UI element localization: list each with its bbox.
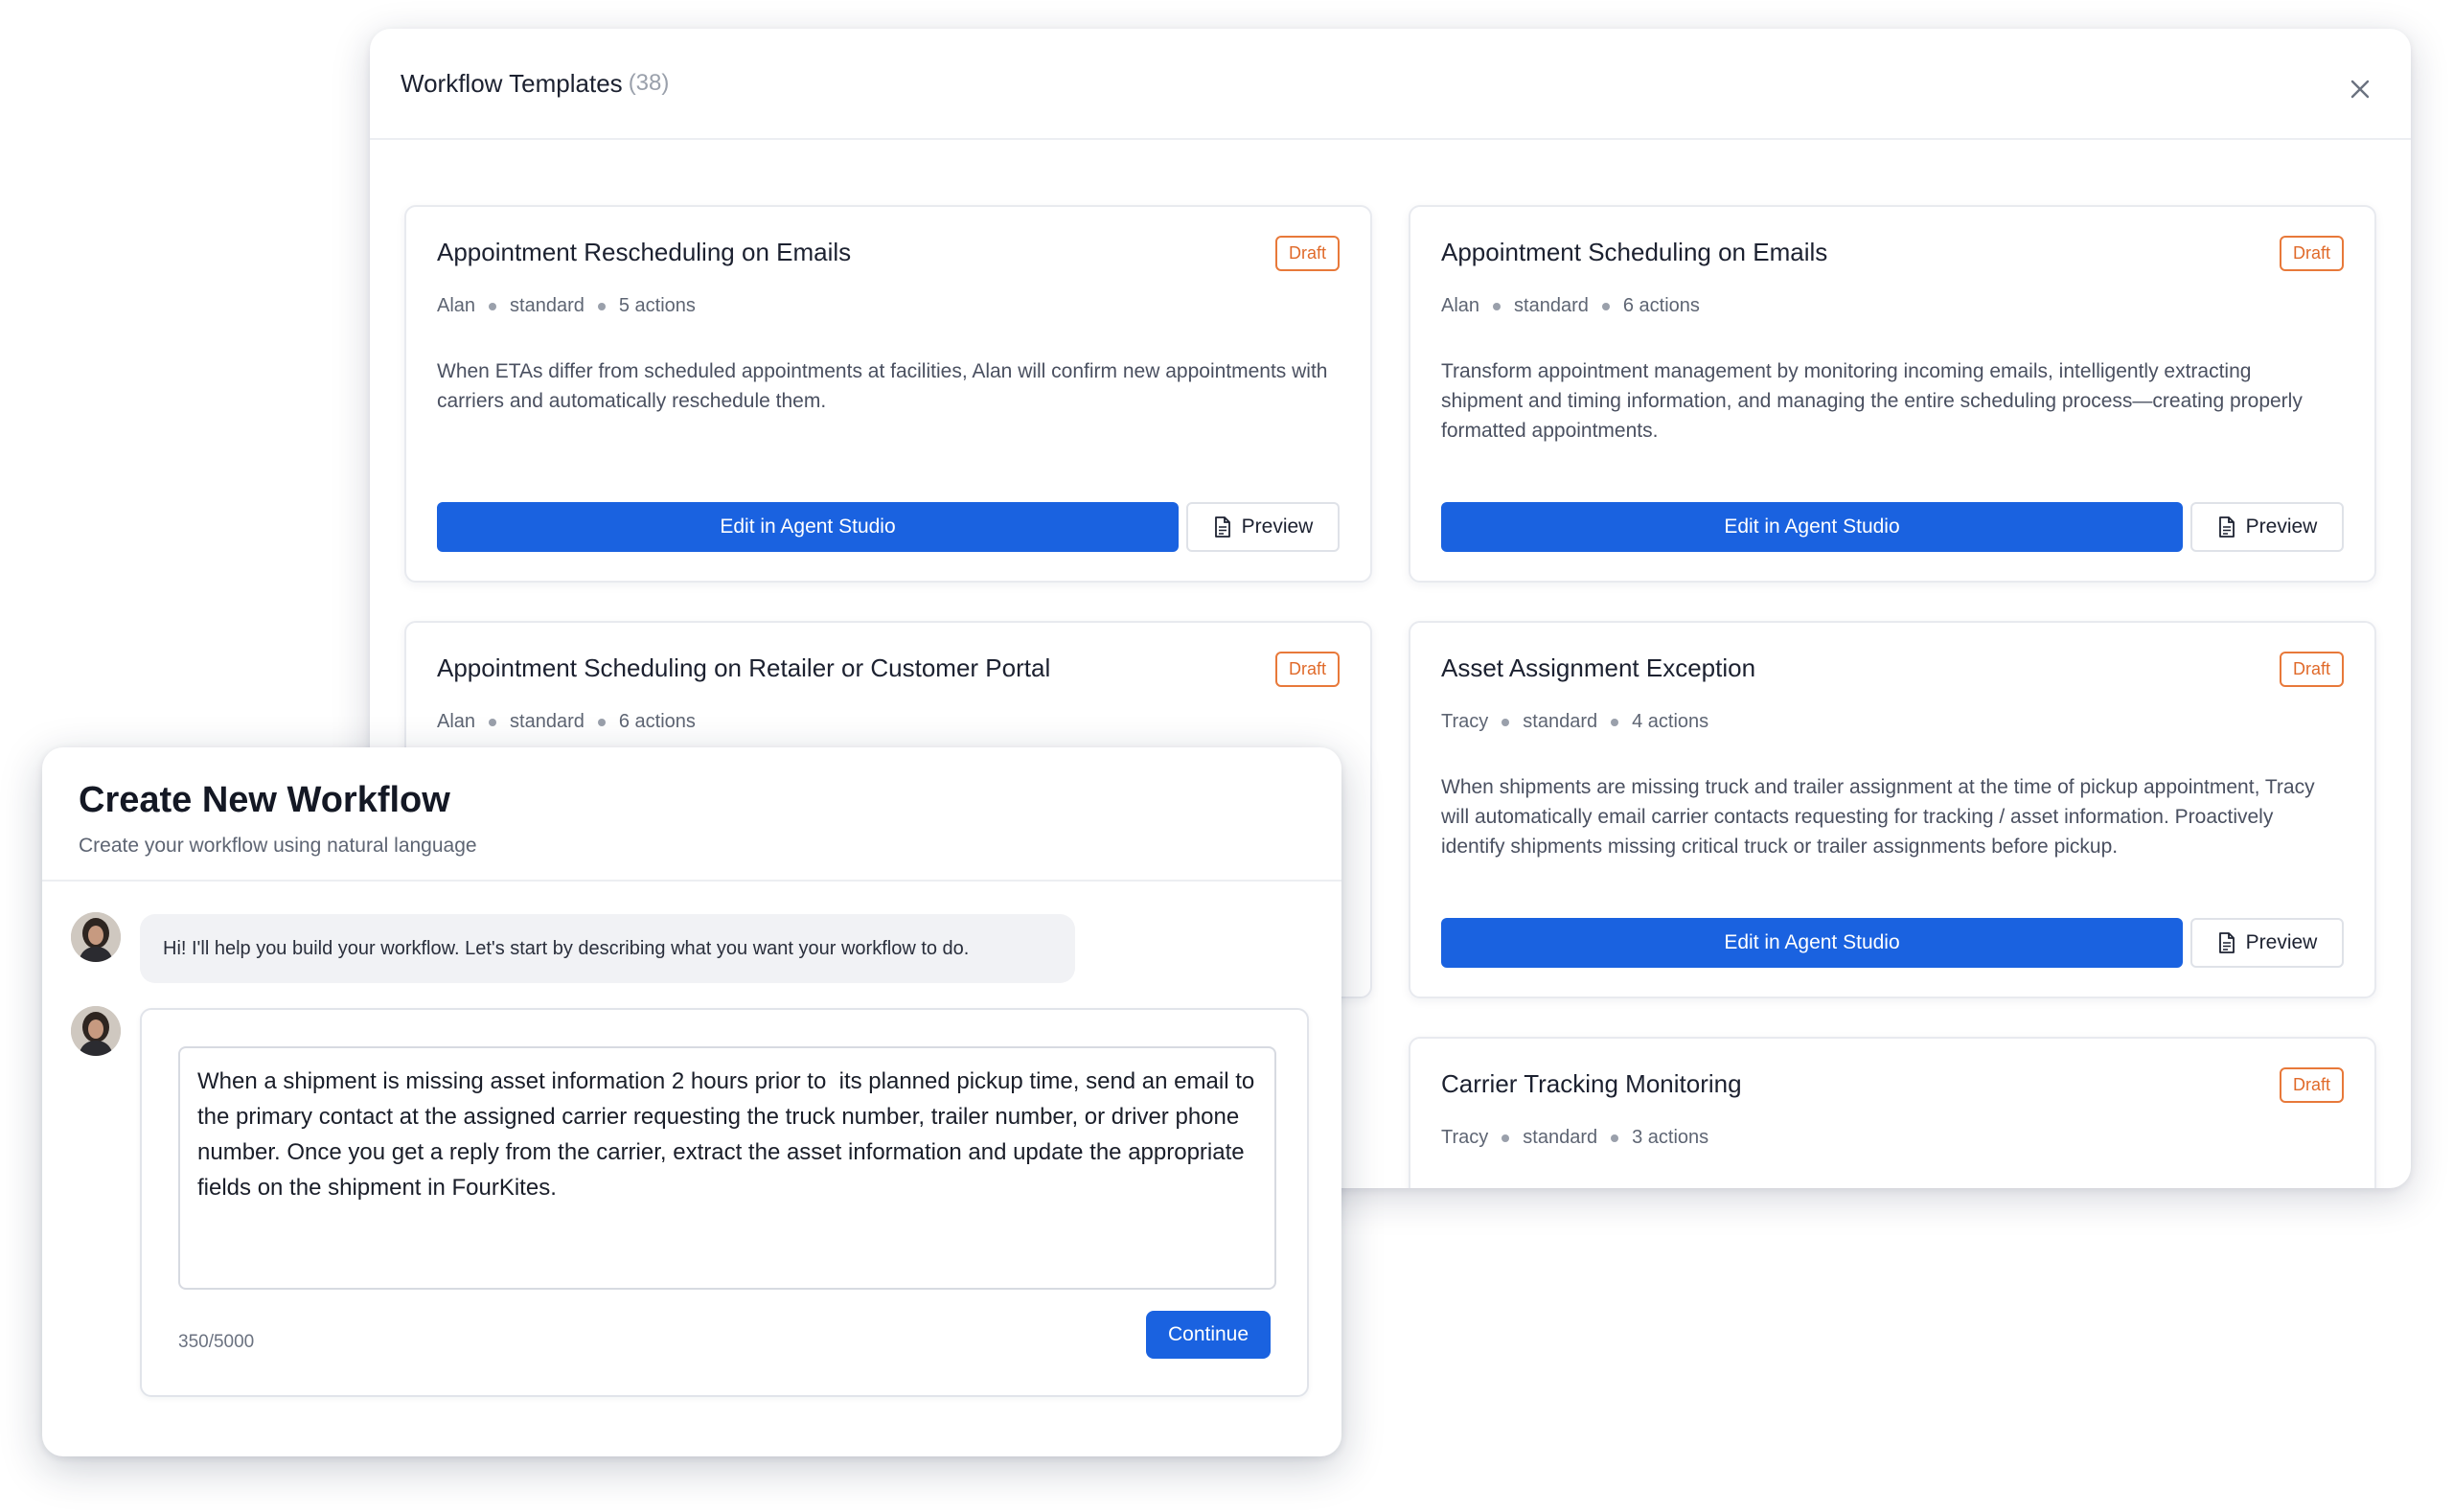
document-icon: [1214, 516, 1230, 538]
template-count: (38): [628, 70, 670, 96]
close-icon[interactable]: [2344, 73, 2376, 105]
workflow-type: standard: [510, 295, 585, 316]
workflow-description-input[interactable]: When a shipment is missing asset informa…: [178, 1046, 1276, 1290]
agent-name: Tracy: [1441, 1127, 1489, 1148]
card-title: Appointment Scheduling on Emails: [1441, 238, 1828, 266]
action-count: 5 actions: [618, 295, 696, 316]
create-workflow-modal: Create New Workflow Create your workflow…: [42, 747, 1341, 1456]
card-meta: Tracy standard 3 actions: [1441, 1127, 1708, 1149]
user-avatar: [71, 1006, 121, 1056]
separator-dot: [1611, 718, 1619, 726]
card-title: Asset Assignment Exception: [1441, 653, 1756, 682]
preview-label: Preview: [2245, 515, 2318, 538]
separator-dot: [489, 718, 497, 726]
preview-label: Preview: [1241, 515, 1314, 538]
card-title: Carrier Tracking Monitoring: [1441, 1069, 1742, 1098]
status-badge: Draft: [2279, 652, 2344, 687]
separator-dot: [1611, 1134, 1619, 1142]
edit-in-agent-studio-button[interactable]: Edit in Agent Studio: [1441, 918, 2183, 968]
action-count: 4 actions: [1632, 711, 1709, 732]
compose-panel: When a shipment is missing asset informa…: [140, 1008, 1309, 1397]
template-card: Appointment Scheduling on Emails Draft A…: [1409, 205, 2376, 583]
document-icon: [2218, 516, 2235, 538]
card-description: Transform appointment management by moni…: [1441, 360, 2303, 442]
agent-name: Tracy: [1441, 711, 1489, 732]
workflow-type: standard: [510, 711, 585, 732]
agent-name: Alan: [437, 711, 476, 732]
card-description: When ETAs differ from scheduled appointm…: [437, 360, 1328, 412]
action-count: 6 actions: [1622, 295, 1700, 316]
template-card: Asset Assignment Exception Draft Tracy s…: [1409, 621, 2376, 998]
card-meta: Tracy standard 4 actions: [1441, 711, 1708, 733]
separator-dot: [489, 302, 497, 310]
separator-dot: [1502, 1134, 1510, 1142]
status-badge: Draft: [2279, 1067, 2344, 1103]
modal-title: Create New Workflow: [79, 780, 450, 820]
workflow-type: standard: [1523, 1127, 1598, 1148]
separator-dot: [1601, 302, 1610, 310]
separator-dot: [597, 302, 606, 310]
workflow-type: standard: [1523, 711, 1598, 732]
action-count: 3 actions: [1632, 1127, 1709, 1148]
continue-button[interactable]: Continue: [1146, 1311, 1271, 1359]
card-description: When shipments are missing truck and tra…: [1441, 776, 2315, 858]
edit-in-agent-studio-button[interactable]: Edit in Agent Studio: [1441, 502, 2183, 552]
preview-button[interactable]: Preview: [2190, 502, 2344, 552]
separator-dot: [1502, 718, 1510, 726]
card-meta: Alan standard 5 actions: [437, 295, 696, 317]
preview-label: Preview: [2245, 931, 2318, 953]
card-meta: Alan standard 6 actions: [1441, 295, 1700, 317]
template-card: Appointment Rescheduling on Emails Draft…: [404, 205, 1372, 583]
modal-header: Workflow Templates (38): [370, 29, 2411, 140]
edit-in-agent-studio-button[interactable]: Edit in Agent Studio: [437, 502, 1179, 552]
preview-button[interactable]: Preview: [1186, 502, 1340, 552]
agent-name: Alan: [1441, 295, 1480, 316]
assistant-avatar: [71, 912, 121, 962]
status-badge: Draft: [1274, 652, 1340, 687]
separator-dot: [1493, 302, 1502, 310]
status-badge: Draft: [1274, 236, 1340, 271]
modal-subtitle: Create your workflow using natural langu…: [79, 835, 477, 857]
card-meta: Alan standard 6 actions: [437, 711, 696, 733]
preview-button[interactable]: Preview: [2190, 918, 2344, 968]
card-title: Appointment Scheduling on Retailer or Cu…: [437, 653, 1051, 682]
modal-title: Workflow Templates: [401, 68, 623, 98]
document-icon: [2218, 932, 2235, 953]
template-card: Carrier Tracking Monitoring Draft Tracy …: [1409, 1037, 2376, 1188]
action-count: 6 actions: [618, 711, 696, 732]
separator-dot: [597, 718, 606, 726]
workflow-type: standard: [1514, 295, 1589, 316]
app-stage: Workflow Templates (38) Appointment Resc…: [0, 0, 2453, 1512]
modal-header: Create New Workflow Create your workflow…: [42, 747, 1341, 882]
character-count: 350/5000: [178, 1332, 255, 1352]
assistant-message: Hi! I'll help you build your workflow. L…: [140, 914, 1075, 983]
agent-name: Alan: [437, 295, 476, 316]
card-title: Appointment Rescheduling on Emails: [437, 238, 852, 266]
status-badge: Draft: [2279, 236, 2344, 271]
